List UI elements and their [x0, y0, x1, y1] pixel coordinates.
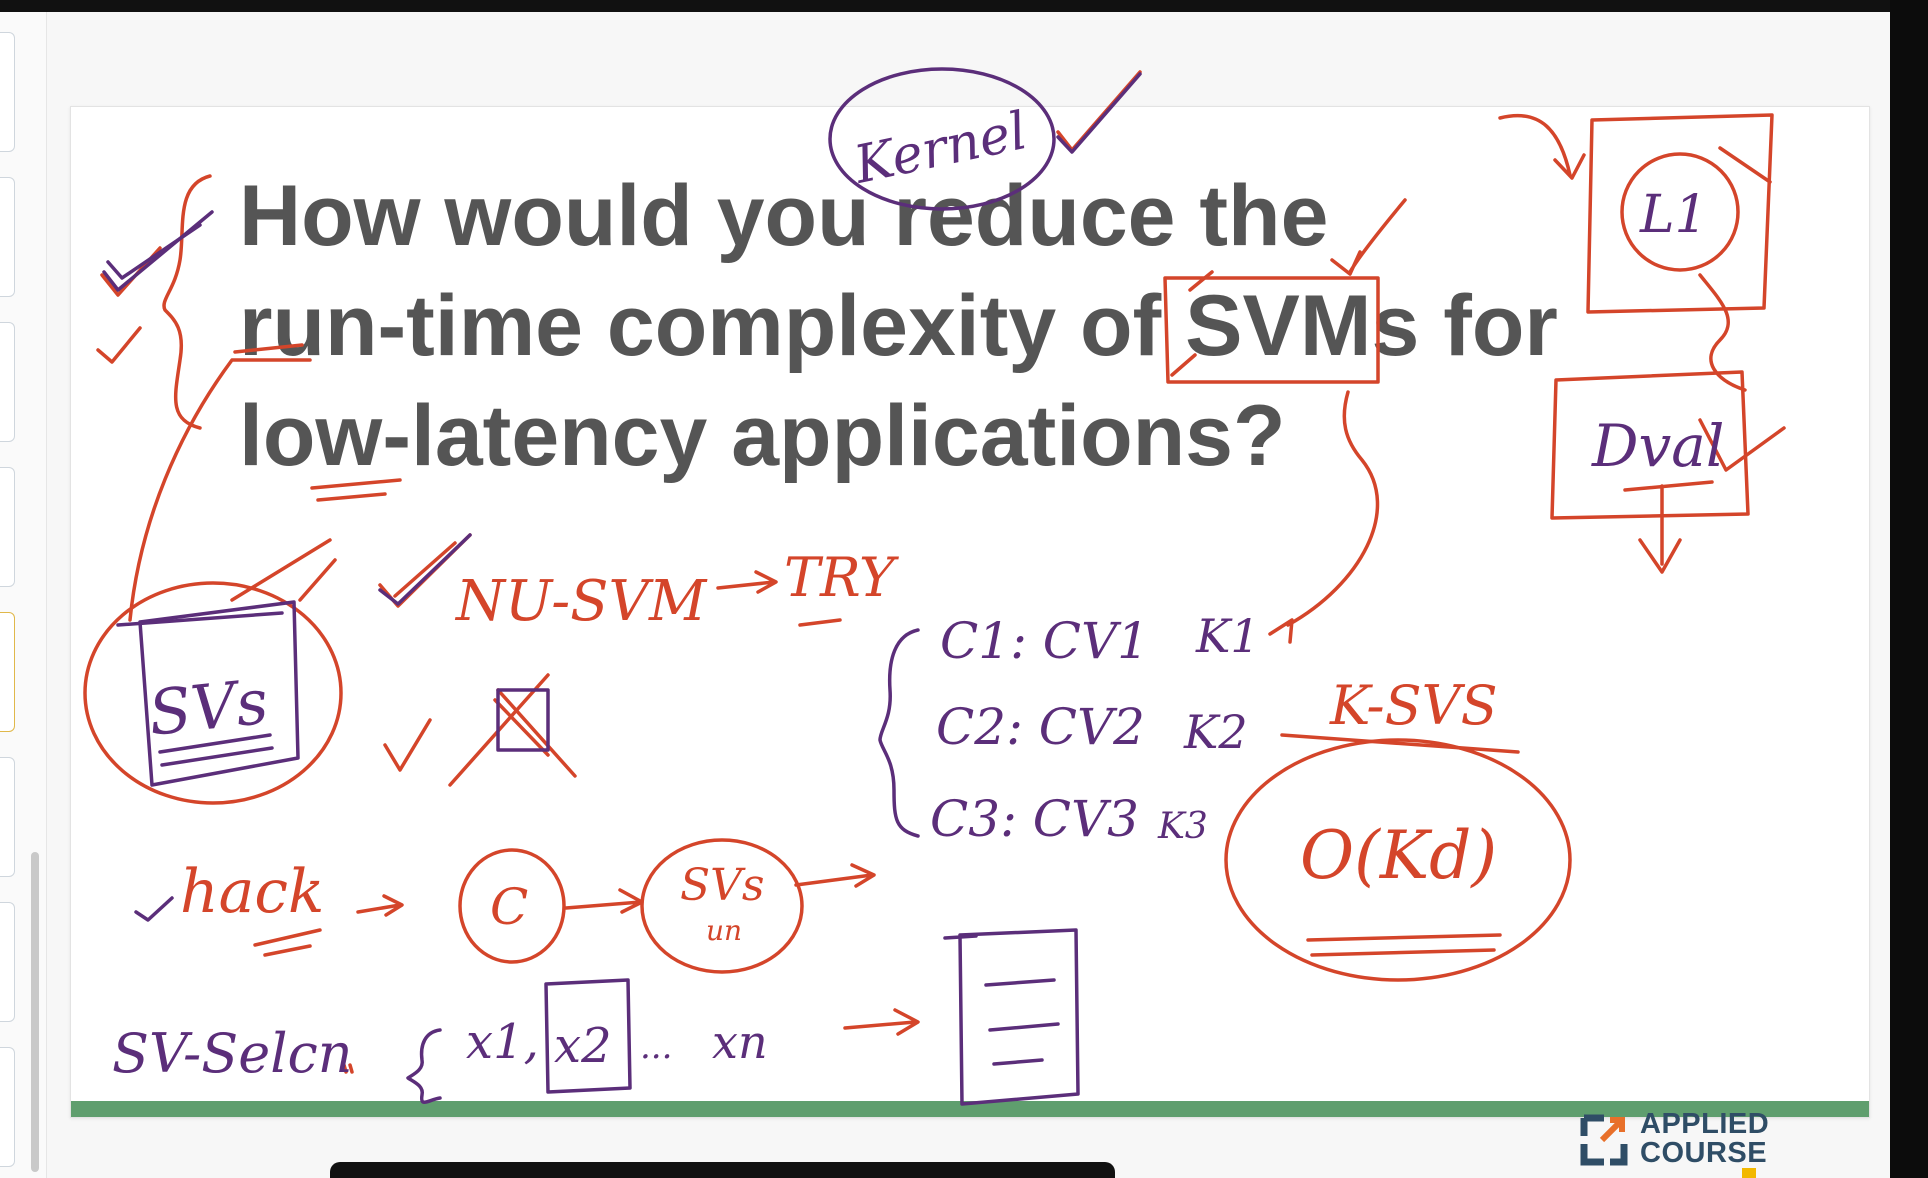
applied-course-logo-icon — [1580, 1114, 1628, 1166]
slide-thumbnail[interactable] — [0, 1047, 15, 1167]
slide-canvas: How would you reduce the run-time comple… — [70, 106, 1870, 1118]
slide-thumbnail[interactable] — [0, 322, 15, 442]
slide-thumbnail[interactable] — [0, 757, 15, 877]
thumbnail-scrollbar[interactable] — [31, 852, 39, 1172]
slide-title: How would you reduce the run-time comple… — [239, 161, 1699, 491]
slide-title-line: How would you reduce the — [239, 168, 1329, 264]
slide-title-line: low-latency applications? — [239, 388, 1286, 484]
logo-text-line: COURSE — [1640, 1137, 1768, 1169]
slide-thumbnail[interactable] — [0, 177, 15, 297]
screen: How would you reduce the run-time comple… — [0, 0, 1928, 1178]
slide-thumbnail[interactable] — [0, 902, 15, 1022]
logo-text-line: APPLIED — [1640, 1108, 1770, 1140]
applied-course-logo: APPLIED COURSE — [1580, 1110, 1810, 1172]
slide-thumbnail-active[interactable] — [0, 612, 15, 732]
logo-text: APPLIED COURSE — [1640, 1110, 1769, 1168]
slide-thumbnail[interactable] — [0, 467, 15, 587]
slide-title-line: run-time complexity of SVMs for — [239, 278, 1558, 374]
edge-marker — [1742, 1168, 1756, 1178]
window-right-edge — [1890, 0, 1928, 1178]
window-top-bar — [0, 0, 1928, 12]
slide-thumbnail[interactable] — [0, 32, 15, 152]
annotation-toolbar[interactable] — [330, 1162, 1115, 1178]
slide-thumbnail-rail — [0, 12, 47, 1178]
